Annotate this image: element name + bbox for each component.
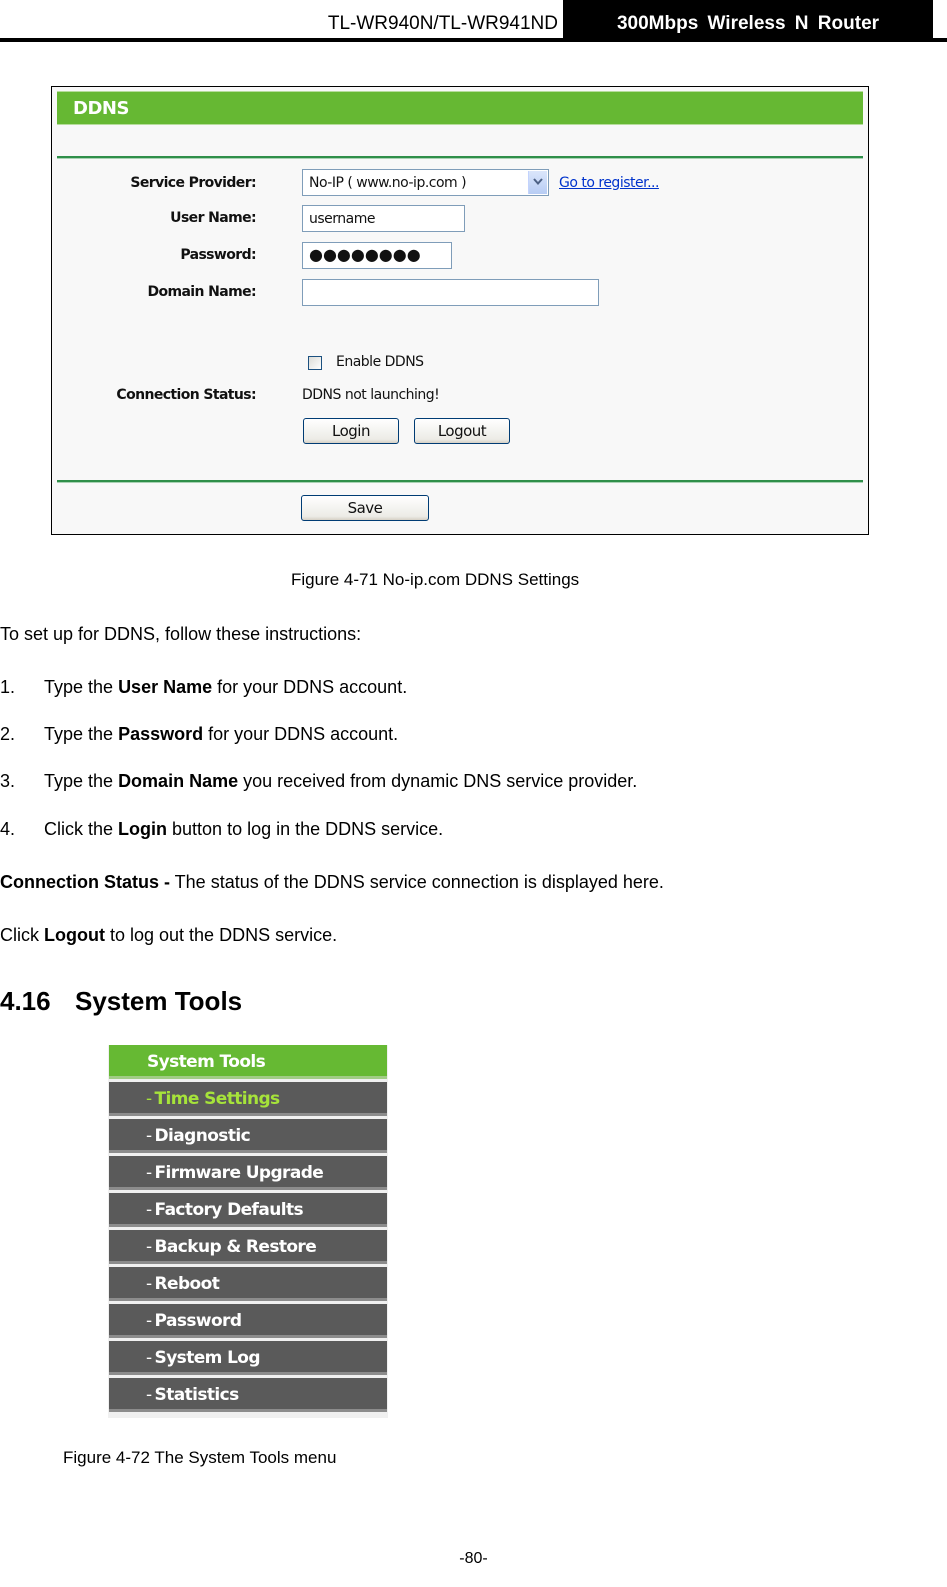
save-button[interactable]: Save (301, 495, 429, 521)
list-item: 4. Click the Login button to log in the D… (0, 818, 443, 840)
connection-status-value: DDNS not launching! (302, 387, 440, 403)
ddns-title-bar: DDNS (57, 91, 863, 125)
step-bold: Login (118, 819, 168, 839)
ddns-settings-panel: DDNS Service Provider: No-IP ( www.no-ip… (51, 86, 869, 535)
menu-item-label: Diagnostic (154, 1126, 251, 1146)
step-bold: Password (118, 724, 204, 744)
description: The status of the DDNS service connectio… (170, 872, 664, 892)
menu-item-label: Firmware Upgrade (154, 1163, 324, 1183)
menu-item-firmware-upgrade[interactable]: - Firmware Upgrade (109, 1156, 387, 1190)
term: Logout (44, 925, 105, 945)
list-number: 2. (0, 724, 16, 744)
section-number: 4.16 (0, 986, 51, 1016)
domain-name-label: Domain Name: (147, 284, 256, 300)
user-name-label: User Name: (170, 210, 256, 226)
product-name: 300Mbps Wireless N Router (616, 13, 880, 34)
menu-item-time-settings[interactable]: - Time Settings (109, 1082, 387, 1116)
step-text: Type the (44, 677, 119, 697)
figure-caption: Figure 4-71 No-ip.com DDNS Settings (291, 570, 580, 589)
menu-item-password[interactable]: - Password (109, 1304, 387, 1338)
service-provider-value: No-IP ( www.no-ip.com ) (309, 175, 467, 191)
step-text: Type the (44, 724, 119, 744)
menu-item-backup-restore[interactable]: - Backup & Restore (109, 1230, 387, 1264)
menu-item-statistics[interactable]: - Statistics (109, 1378, 387, 1412)
step-bold: User Name (118, 677, 213, 697)
service-provider-label: Service Provider: (130, 175, 256, 191)
section-heading: 4.16 System Tools (0, 985, 242, 1017)
list-item: 1. Type the User Name for your DDNS accou… (0, 676, 407, 698)
user-name-input[interactable]: username (302, 205, 465, 232)
menu-item-factory-defaults[interactable]: - Factory Defaults (109, 1193, 387, 1227)
menu-item-label: Password (154, 1311, 242, 1331)
term: Connection Status - (0, 872, 170, 892)
step-text: button to log in the DDNS service. (167, 819, 444, 839)
list-number: 1. (0, 677, 16, 697)
enable-ddns-label: Enable DDNS (336, 354, 424, 370)
menu-item-reboot[interactable]: - Reboot (109, 1267, 387, 1301)
go-to-register-link[interactable]: Go to register... (559, 175, 659, 191)
logout-description: Click Logout to log out the DDNS service… (0, 924, 337, 946)
menu-item-label: Reboot (154, 1274, 220, 1294)
step-text: for your DDNS account. (212, 677, 408, 697)
section-title: System Tools (75, 986, 243, 1016)
text: to log out the DDNS service. (104, 925, 338, 945)
list-number: 4. (0, 819, 16, 839)
page-number: -80- (459, 1550, 488, 1567)
menu-item-label: Time Settings (154, 1089, 281, 1109)
enable-ddns-checkbox[interactable] (308, 356, 322, 370)
product-banner: 300Mbps Wireless N Router (563, 0, 933, 40)
logout-button[interactable]: Logout (414, 418, 510, 444)
ddns-title: DDNS (73, 98, 129, 119)
menu-item-label: Backup & Restore (154, 1237, 317, 1257)
menu-item-diagnostic[interactable]: - Diagnostic (109, 1119, 387, 1153)
menu-item-label: System Log (154, 1348, 261, 1368)
connection-status-label: Connection Status: (116, 387, 256, 403)
step-text: Click the (44, 819, 119, 839)
menu-item-label: Factory Defaults (154, 1200, 304, 1220)
step-bold: Domain Name (118, 771, 239, 791)
step-text: Type the (44, 771, 119, 791)
password-input[interactable]: ●●●●●●●● (302, 242, 452, 269)
divider (57, 156, 863, 159)
menu-item-label: Statistics (154, 1385, 240, 1405)
password-label: Password: (180, 247, 256, 263)
system-tools-menu: System Tools - Time Settings - Diagnostic … (108, 1045, 388, 1418)
page-header: TL-WR940N/TL-WR941ND 300Mbps Wireless N … (0, 0, 947, 42)
chevron-down-icon[interactable] (528, 171, 547, 194)
text: Click (0, 925, 44, 945)
step-text: you received from dynamic DNS service pr… (238, 771, 638, 791)
step-text: for your DDNS account. (203, 724, 399, 744)
figure-caption: Figure 4-72 The System Tools menu (63, 1448, 337, 1467)
domain-name-input[interactable] (302, 279, 599, 306)
menu-header-system-tools[interactable]: System Tools (109, 1045, 387, 1079)
connection-status-description: Connection Status - The status of the DD… (0, 871, 664, 893)
intro-text: To set up for DDNS, follow these instruc… (0, 624, 362, 644)
divider (57, 480, 863, 483)
service-provider-select[interactable]: No-IP ( www.no-ip.com ) (302, 169, 549, 196)
model-name: TL-WR940N/TL-WR941ND (327, 13, 558, 34)
login-button[interactable]: Login (303, 418, 399, 444)
list-number: 3. (0, 771, 16, 791)
list-item: 2. Type the Password for your DDNS accoun… (0, 723, 398, 745)
list-item: 3. Type the Domain Name you received from… (0, 770, 637, 792)
menu-item-system-log[interactable]: - System Log (109, 1341, 387, 1375)
header-rule (0, 38, 947, 42)
